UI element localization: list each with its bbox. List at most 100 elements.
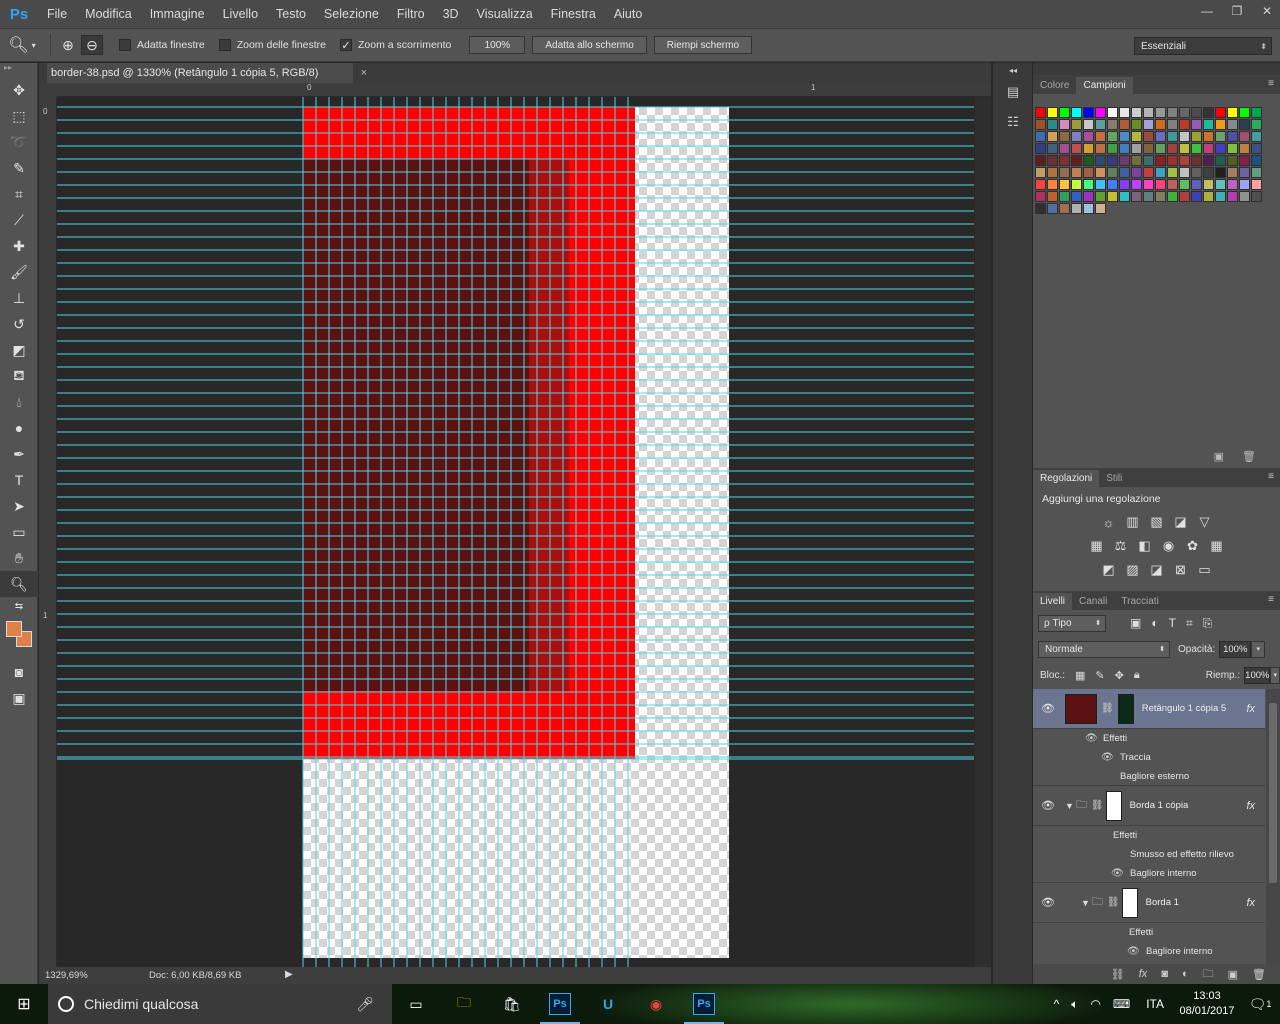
bucket-icon[interactable]: ⛾ xyxy=(0,363,38,389)
color-swatch[interactable] xyxy=(1059,191,1070,202)
color-swatch[interactable] xyxy=(1203,167,1214,178)
color-swatch[interactable] xyxy=(1131,191,1142,202)
color-swatch[interactable] xyxy=(1047,191,1058,202)
color-swatch[interactable] xyxy=(1191,107,1202,118)
store-icon[interactable]: 🛍︎ xyxy=(488,984,536,1024)
brush-icon[interactable]: 🖌︎ xyxy=(0,259,38,285)
effects-row[interactable]: 👁︎ Effetti xyxy=(1033,729,1265,748)
color-swatch[interactable] xyxy=(1167,191,1178,202)
color-swatch[interactable] xyxy=(1251,131,1262,142)
color-swatch[interactable] xyxy=(1119,191,1130,202)
hue-icon[interactable]: ▦ xyxy=(1089,538,1105,553)
color-swatch[interactable] xyxy=(1071,191,1082,202)
tab-regolazioni[interactable]: Regolazioni xyxy=(1033,470,1100,487)
menu-immagine[interactable]: Immagine xyxy=(141,0,214,28)
color-swatch[interactable] xyxy=(1191,143,1202,154)
healing-icon[interactable]: ✚ xyxy=(0,233,38,259)
effect-row[interactable]: 👁︎ Traccia xyxy=(1033,748,1265,767)
toolbox-grip[interactable]: ▸▸ xyxy=(0,63,37,77)
color-swatch[interactable] xyxy=(1059,203,1070,214)
notifications-icon[interactable]: 🗨︎ 1 xyxy=(1240,996,1280,1013)
color-swatch[interactable] xyxy=(1179,155,1190,166)
checkbox[interactable] xyxy=(119,39,131,51)
color-swatch[interactable] xyxy=(1047,155,1058,166)
bw-icon[interactable]: ◧ xyxy=(1137,538,1153,553)
color-swatch[interactable] xyxy=(1239,119,1250,130)
color-swatch[interactable] xyxy=(1227,131,1238,142)
color-swatch[interactable] xyxy=(1203,191,1214,202)
color-swatch[interactable] xyxy=(1131,119,1142,130)
dock-grip[interactable]: ◂◂ xyxy=(993,63,1033,77)
color-swatch[interactable] xyxy=(1107,107,1118,118)
color-swatch[interactable] xyxy=(1143,143,1154,154)
task-view-icon[interactable]: ▭ xyxy=(392,984,440,1024)
color-swatch[interactable] xyxy=(1119,167,1130,178)
color-swatch[interactable] xyxy=(1071,119,1082,130)
document-tab[interactable]: border-38.psd @ 1330% (Retângulo 1 cópia… xyxy=(47,63,367,83)
color-swatch[interactable] xyxy=(1107,191,1118,202)
zoom-icon[interactable]: 🔍︎ xyxy=(0,571,38,597)
language-indicator[interactable]: ITA xyxy=(1146,997,1164,1011)
color-swatch[interactable] xyxy=(1167,167,1178,178)
effects-row[interactable]: Effetti xyxy=(1033,923,1265,942)
fill-dropdown-icon[interactable]: ▾ xyxy=(1270,666,1280,684)
minimize-icon[interactable]: — xyxy=(1194,0,1220,22)
color-swatch[interactable] xyxy=(1071,107,1082,118)
zoom-level[interactable]: 1329,69% xyxy=(39,970,97,981)
visibility-eye-icon[interactable]: 👁︎ xyxy=(1127,946,1140,957)
blur-icon[interactable]: 💧︎ xyxy=(0,389,38,415)
color-swatch[interactable] xyxy=(1083,191,1094,202)
color-swatch[interactable] xyxy=(1179,179,1190,190)
color-swatch[interactable] xyxy=(1047,107,1058,118)
fx-icon[interactable]: fx xyxy=(1246,800,1255,812)
color-swatch[interactable] xyxy=(1155,155,1166,166)
color-swatch[interactable] xyxy=(1131,107,1142,118)
color-swatch[interactable] xyxy=(1119,107,1130,118)
color-swatch[interactable] xyxy=(1203,107,1214,118)
color-swatch[interactable] xyxy=(1095,119,1106,130)
visibility-eye-icon[interactable]: 👁︎ xyxy=(1111,868,1124,879)
color-swatch[interactable] xyxy=(1071,179,1082,190)
chevron-down-icon[interactable]: ▼ xyxy=(1081,898,1090,908)
clock[interactable]: 13:03 08/01/2017 xyxy=(1174,989,1240,1019)
app-u-icon[interactable]: U xyxy=(584,984,632,1024)
properties-panel-icon[interactable]: ☷ xyxy=(993,107,1033,137)
color-swatch[interactable] xyxy=(1071,143,1082,154)
color-swatch[interactable] xyxy=(1143,179,1154,190)
menu-testo[interactable]: Testo xyxy=(267,0,315,28)
color-swatch[interactable] xyxy=(1215,131,1226,142)
smart-object-filter-icon[interactable]: ⎘ xyxy=(1203,616,1213,631)
zoom-out-icon[interactable]: ⊖ xyxy=(81,35,103,55)
color-swatch[interactable] xyxy=(1227,191,1238,202)
brightness-icon[interactable]: ☼ xyxy=(1101,515,1117,530)
gradient-map-icon[interactable]: ▭ xyxy=(1197,562,1213,577)
color-swatch[interactable] xyxy=(1131,179,1142,190)
color-swatch[interactable] xyxy=(1227,179,1238,190)
color-swatch[interactable] xyxy=(1227,155,1238,166)
delete-swatch-icon[interactable]: 🗑︎ xyxy=(1242,450,1256,463)
color-swatch[interactable] xyxy=(1251,155,1262,166)
color-swatch[interactable] xyxy=(1155,107,1166,118)
color-swatch[interactable] xyxy=(1047,179,1058,190)
color-swatch[interactable] xyxy=(1083,119,1094,130)
new-layer-icon[interactable]: ▣ xyxy=(1228,968,1238,981)
fx-icon[interactable]: fx xyxy=(1246,703,1255,715)
effect-row[interactable]: 👁︎ Bagliore interno xyxy=(1033,942,1265,961)
file-explorer-icon[interactable]: 🗀 xyxy=(440,984,488,1024)
horizontal-ruler[interactable]: 0 1 xyxy=(57,83,991,97)
color-balance-icon[interactable]: ⚖ xyxy=(1113,538,1129,553)
color-swatch[interactable] xyxy=(1059,155,1070,166)
exposure-icon[interactable]: ◪ xyxy=(1173,514,1189,529)
fit-screen-button[interactable]: Adatta allo schermo xyxy=(532,36,647,54)
windows-start-icon[interactable]: ⊞ xyxy=(0,984,48,1024)
color-swatch[interactable] xyxy=(1059,179,1070,190)
history-panel-icon[interactable]: ▤ xyxy=(993,77,1033,107)
delete-layer-icon[interactable]: 🗑︎ xyxy=(1252,968,1266,981)
color-swatch[interactable] xyxy=(1095,131,1106,142)
menu-filtro[interactable]: Filtro xyxy=(388,0,434,28)
layers-scrollbar[interactable] xyxy=(1266,689,1280,965)
color-swatch[interactable] xyxy=(1251,119,1262,130)
color-swatch[interactable] xyxy=(1227,107,1238,118)
path-select-icon[interactable]: ➤ xyxy=(0,493,38,519)
fx-menu-icon[interactable]: fx xyxy=(1139,968,1148,980)
